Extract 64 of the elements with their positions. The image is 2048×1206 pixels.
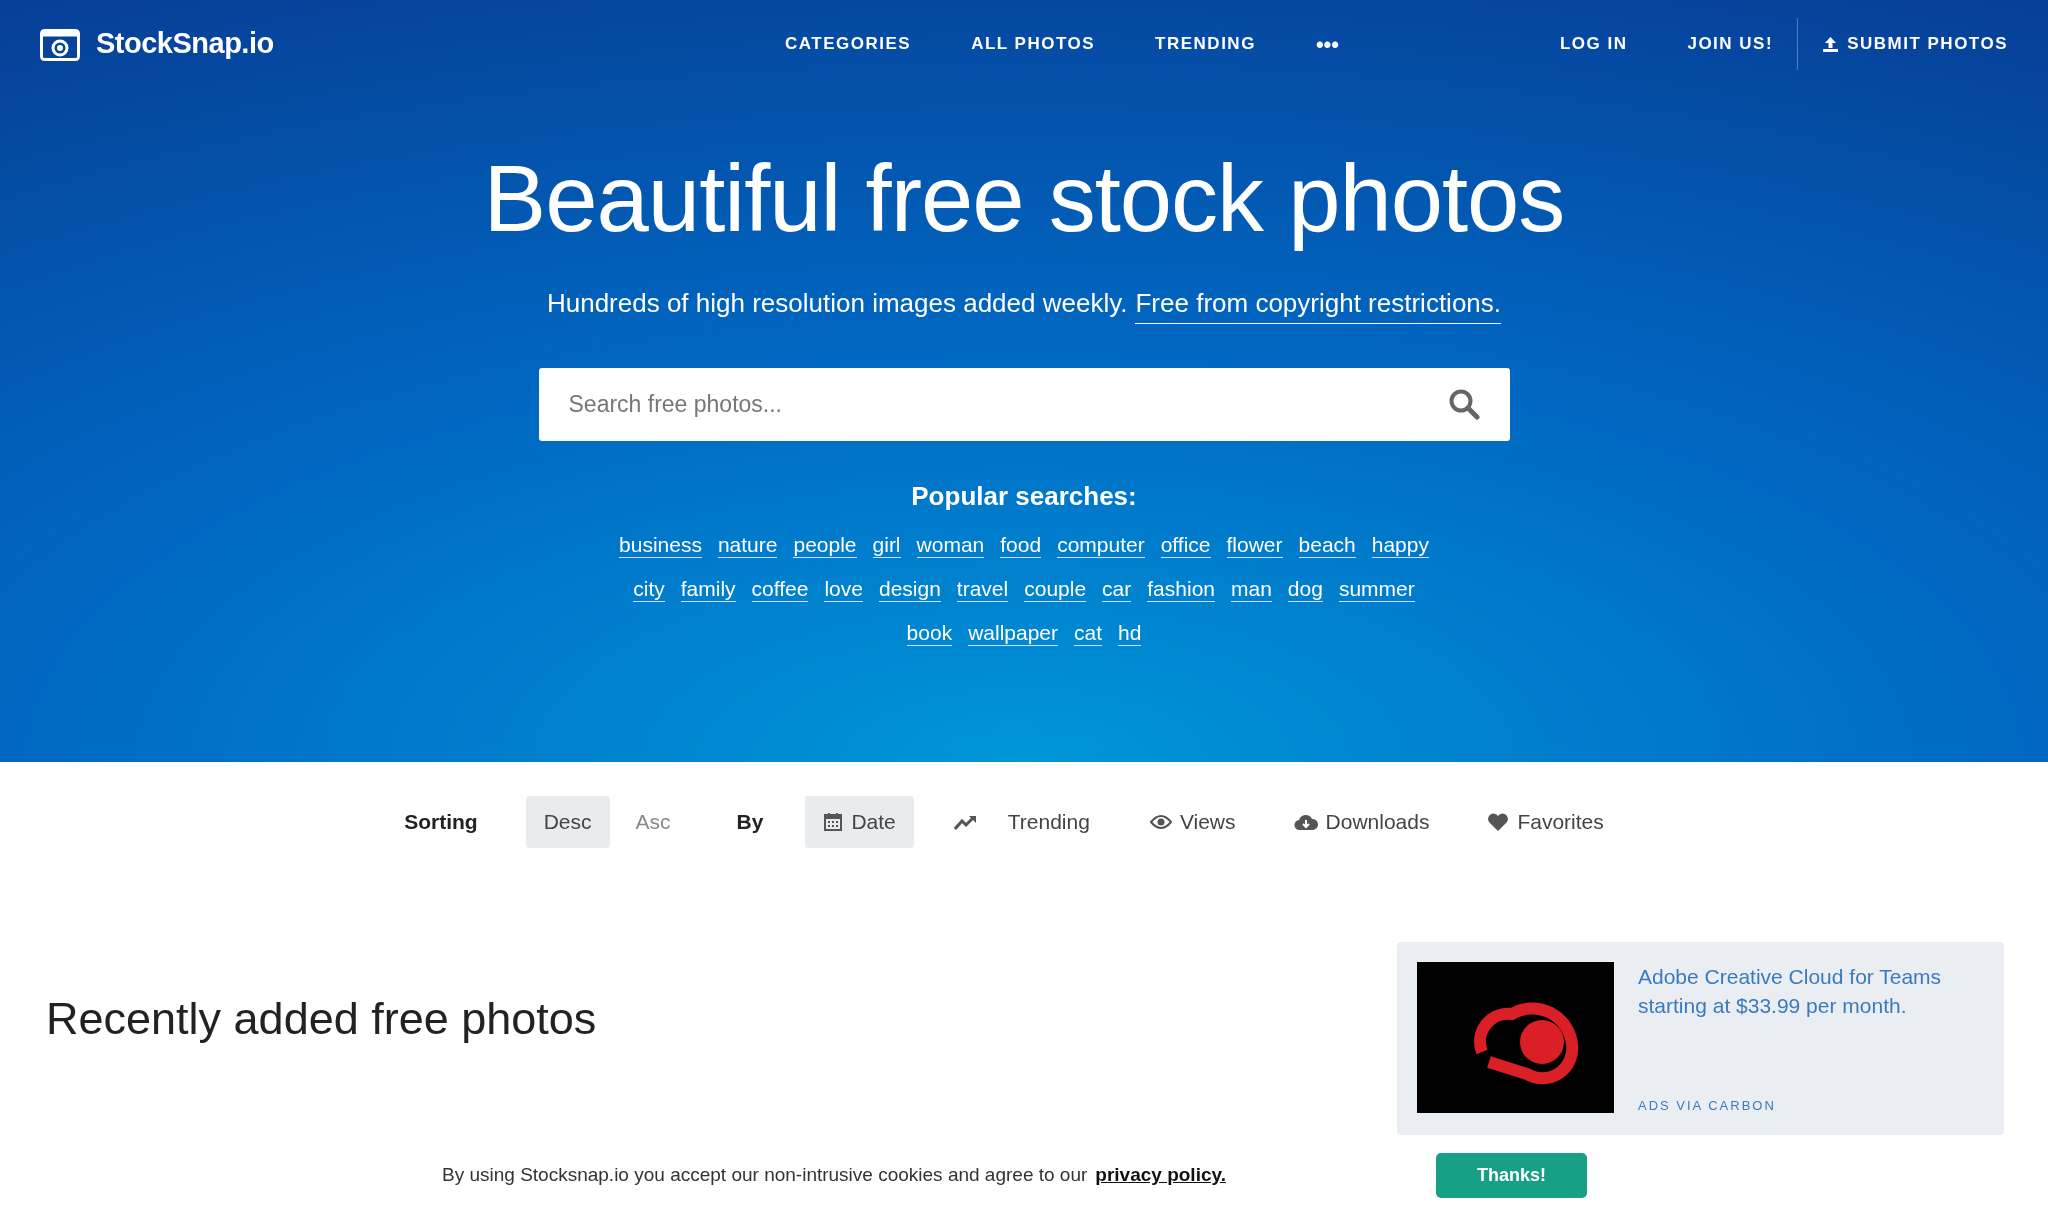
sort-order-option[interactable]: Desc: [525, 796, 610, 848]
tag-link[interactable]: girl: [872, 531, 901, 558]
cloud-download-icon: [1293, 813, 1318, 831]
trend-arrow-icon: [953, 813, 978, 831]
tag-link[interactable]: coffee: [751, 575, 809, 602]
sorting-label: Sorting: [404, 809, 478, 836]
tag-link[interactable]: fashion: [1147, 575, 1215, 602]
tag-link[interactable]: design: [878, 575, 941, 602]
tag-link[interactable]: book: [906, 619, 953, 647]
tag-link[interactable]: couple: [1024, 575, 1087, 602]
tag-link[interactable]: nature: [717, 531, 778, 558]
tag-link[interactable]: wallpaper: [968, 619, 1059, 647]
sort-by-option[interactable]: Trending: [935, 796, 1108, 848]
tag-link[interactable]: beach: [1298, 531, 1356, 558]
ad-card[interactable]: Adobe Creative Cloud for Teams starting at $33.99 per month. ADS VIA CARBON: [1397, 942, 2004, 1135]
hero-subtitle: Hundreds of high resolution images added weekly.: [546, 286, 1128, 320]
search-icon[interactable]: [1447, 387, 1480, 420]
cookie-notice: By using Stocksnap.io you accept our non-intrusive cookies and agree to our privacy policy.: [442, 1162, 1226, 1187]
tag-link[interactable]: love: [824, 575, 863, 602]
ad-text[interactable]: Adobe Creative Cloud for Teams starting at $33.99 per month.: [1638, 962, 1958, 1021]
tag-link[interactable]: man: [1231, 575, 1272, 602]
copyright-link[interactable]: Free from copyright restrictions.: [1135, 283, 1502, 324]
sort-by-option[interactable]: Favorites: [1469, 796, 1622, 848]
more-menu-button[interactable]: •••: [1315, 27, 1339, 61]
by-label: By: [736, 809, 764, 836]
tag-link[interactable]: dog: [1287, 575, 1323, 602]
sort-order-option[interactable]: Asc: [617, 796, 689, 848]
tag-link[interactable]: city: [633, 575, 665, 602]
search-field[interactable]: Search free photos...: [538, 367, 1510, 441]
calendar-icon: [823, 812, 844, 832]
upload-icon: [1822, 35, 1840, 53]
tag-link[interactable]: woman: [916, 531, 985, 558]
tag-link[interactable]: happy: [1371, 531, 1429, 558]
camera-icon: [40, 27, 80, 61]
tag-link[interactable]: summer: [1338, 575, 1415, 602]
tag-link[interactable]: car: [1102, 575, 1132, 602]
ads-via-carbon-link[interactable]: ADS VIA CARBON: [1638, 1095, 1958, 1115]
sort-by-option[interactable]: Views: [1131, 796, 1254, 848]
tag-link[interactable]: family: [680, 575, 736, 602]
tag-link[interactable]: office: [1160, 531, 1211, 558]
nav-link[interactable]: CATEGORIES: [785, 31, 912, 57]
thanks-button[interactable]: Thanks!: [1435, 1152, 1587, 1198]
tag-link[interactable]: computer: [1057, 531, 1145, 558]
tag-link[interactable]: business: [619, 531, 702, 558]
site-logo[interactable]: StockSnap.io: [96, 22, 274, 66]
account-link[interactable]: LOG IN: [1559, 31, 1628, 57]
sort-by-option[interactable]: Date: [805, 796, 914, 848]
nav-link[interactable]: TRENDING: [1155, 31, 1256, 57]
popular-searches-heading: Popular searches:: [910, 479, 1138, 513]
section-title: Recently added free photos: [46, 992, 597, 1046]
tag-link[interactable]: travel: [956, 575, 1009, 602]
nav-link[interactable]: ALL PHOTOS: [971, 31, 1096, 57]
account-link[interactable]: JOIN US!: [1687, 31, 1774, 57]
tag-link[interactable]: flower: [1226, 531, 1283, 558]
privacy-policy-link[interactable]: privacy policy.: [1095, 1163, 1226, 1185]
eye-icon: [1149, 814, 1172, 830]
tag-link[interactable]: hd: [1118, 619, 1142, 647]
hero-title: Beautiful free stock photos: [482, 145, 1566, 253]
tag-link[interactable]: food: [1000, 531, 1042, 558]
tag-link[interactable]: cat: [1074, 619, 1103, 647]
submit-photos-link[interactable]: SUBMIT PHOTOS: [1847, 31, 2008, 57]
tag-link[interactable]: people: [793, 531, 857, 558]
sort-by-option[interactable]: Downloads: [1275, 796, 1448, 848]
heart-icon: [1487, 812, 1510, 832]
